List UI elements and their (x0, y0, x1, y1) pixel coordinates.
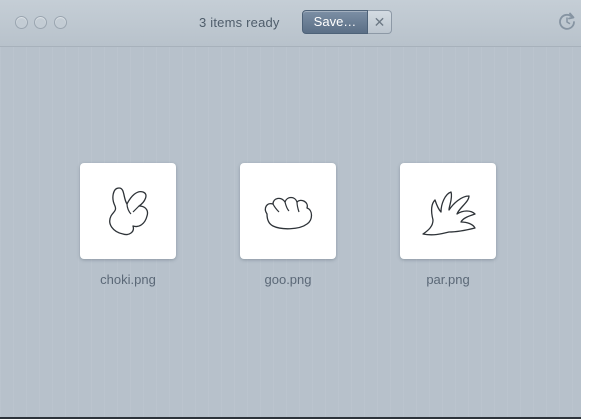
paper-hand-drawing-icon (422, 191, 476, 236)
save-button[interactable]: Save… (302, 10, 368, 34)
file-drop-area: choki.png goo.png par.png (0, 47, 581, 419)
scissors-hand-drawing-icon (109, 187, 149, 236)
file-item-goo[interactable]: goo.png (240, 163, 336, 287)
refresh-icon[interactable] (557, 11, 577, 31)
file-thumbnail (240, 163, 336, 259)
file-item-choki[interactable]: choki.png (80, 163, 176, 287)
app-window: 3 items ready Save… ✕ choki.png goo.png … (0, 0, 581, 419)
file-name: goo.png (264, 272, 312, 287)
zoom-window-button[interactable] (54, 16, 67, 29)
close-icon: ✕ (373, 14, 386, 30)
save-button-group: Save… ✕ (302, 10, 392, 34)
minimize-window-button[interactable] (34, 16, 47, 29)
cancel-button[interactable]: ✕ (368, 10, 392, 34)
titlebar: 3 items ready Save… ✕ (0, 0, 581, 47)
rock-fist-drawing-icon (264, 196, 313, 230)
file-name: par.png (426, 272, 470, 287)
window-edge (581, 0, 592, 419)
status-text: 3 items ready (199, 15, 280, 30)
file-thumbnail (80, 163, 176, 259)
close-window-button[interactable] (15, 16, 28, 29)
file-thumbnail (400, 163, 496, 259)
file-item-par[interactable]: par.png (400, 163, 496, 287)
file-name: choki.png (100, 272, 156, 287)
